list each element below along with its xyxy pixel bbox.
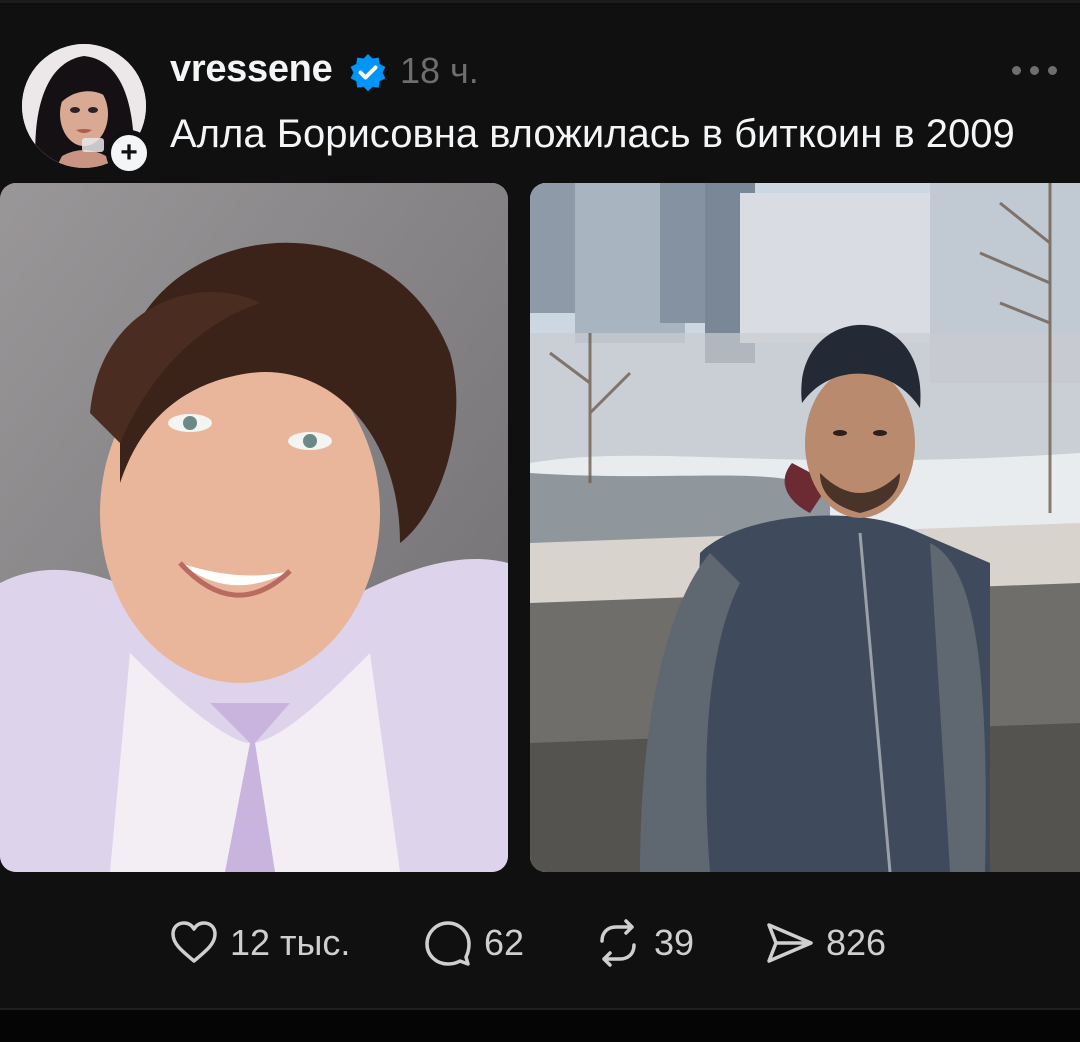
author-username[interactable]: vressene	[170, 48, 333, 91]
post-timestamp: 18 ч.	[400, 50, 479, 91]
plus-icon: +	[120, 136, 138, 169]
like-button[interactable]: 12 тыс.	[168, 915, 350, 971]
park-photo	[530, 183, 1080, 872]
repost-count: 39	[654, 922, 695, 963]
comment-bubble-icon	[425, 921, 471, 966]
more-horizontal-icon[interactable]	[1012, 60, 1062, 80]
repost-button[interactable]: 39	[592, 915, 694, 971]
post-image-1[interactable]	[0, 183, 508, 872]
bottom-divider	[0, 1008, 1080, 1042]
comment-button[interactable]: 62	[422, 915, 524, 971]
follow-button[interactable]: +	[106, 130, 152, 176]
share-count: 826	[826, 922, 887, 963]
heart-icon	[171, 921, 217, 963]
comment-count: 62	[484, 922, 525, 963]
like-count: 12 тыс.	[230, 922, 351, 963]
share-button[interactable]: 826	[764, 915, 886, 971]
post-text: Алла Борисовна вложилась в биткоин в 200…	[170, 112, 1015, 156]
verified-badge-icon	[350, 54, 386, 92]
portrait-photo	[0, 183, 508, 872]
send-icon	[767, 923, 813, 963]
repost-icon	[600, 919, 636, 967]
post-image-2[interactable]	[530, 183, 1080, 872]
post-card: + vressene 18 ч. Алла Борисовна вложилас…	[0, 0, 1080, 1042]
top-divider	[0, 0, 1080, 3]
